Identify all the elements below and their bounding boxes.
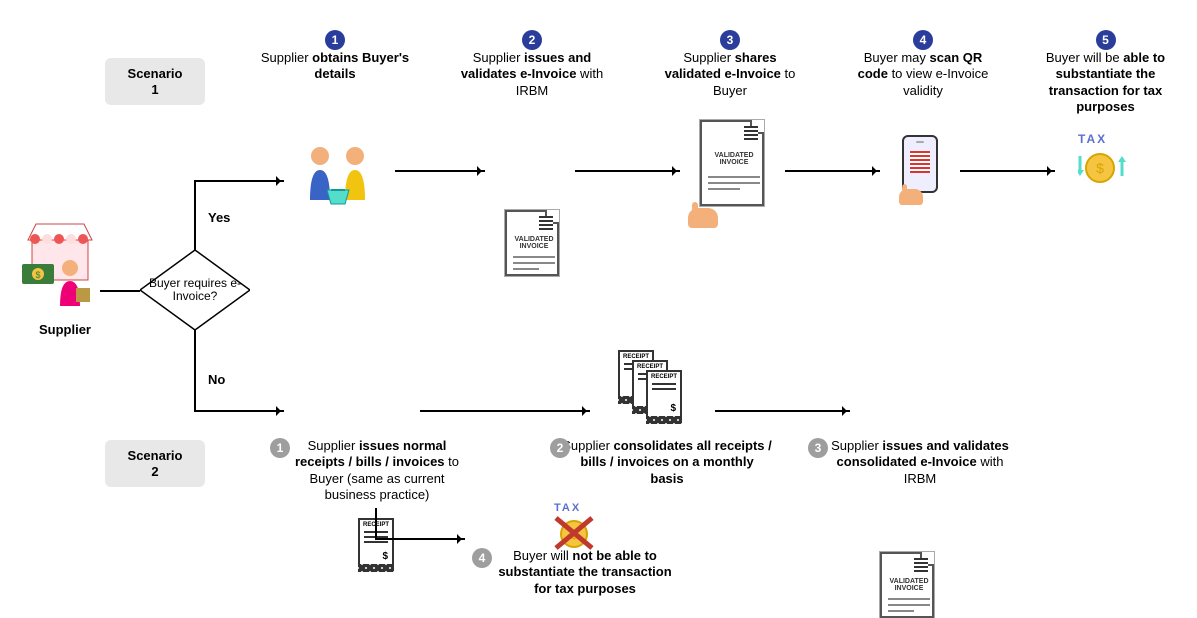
connector-yes-vert	[194, 180, 196, 250]
s1-badge-3: 3	[720, 30, 740, 50]
s1-step4: 4 Buyer may scan QR code to view e-Invoi…	[848, 30, 998, 99]
s1-text-5: Buyer will be able to substantiate the t…	[1028, 50, 1183, 115]
connector-supplier-decision	[100, 290, 140, 292]
validated-invoice-icon-2: VALIDATED INVOICE	[880, 552, 934, 618]
decision-text: Buyer requires e-Invoice?	[140, 277, 250, 303]
s1-badge-2: 2	[522, 30, 542, 50]
arrow-s1-3-4	[785, 170, 880, 172]
s2-badge-3: 3	[808, 438, 828, 458]
s1-badge-1: 1	[325, 30, 345, 50]
arrow-s1-4-5	[960, 170, 1055, 172]
s1-text-2: Supplier issues and validates e-Invoice …	[452, 50, 612, 99]
s1-text-1: Supplier obtains Buyer's details	[260, 50, 410, 83]
arrow-yes	[244, 180, 284, 182]
s1-step3: 3 Supplier shares validated e-Invoice to…	[655, 30, 805, 99]
s2-text-3: Supplier issues and validates consolidat…	[820, 438, 1020, 487]
arrow-s1-1-2	[395, 170, 485, 172]
connector-s2-down	[375, 508, 377, 538]
s1-badge-4: 4	[913, 30, 933, 50]
decision-diamond: Buyer requires e-Invoice?	[140, 250, 250, 330]
s2-text-2: Supplier consolidates all receipts / bil…	[562, 438, 772, 487]
arrow-s2-2-3	[715, 410, 850, 412]
s1-badge-5: 5	[1096, 30, 1116, 50]
s1-step5: 5 Buyer will be able to substantiate the…	[1028, 30, 1183, 115]
scenario-1-label: Scenario 1	[128, 66, 183, 97]
doc-label: VALIDATED INVOICE	[513, 236, 555, 251]
s1-text-3: Supplier shares validated e-Invoice to B…	[655, 50, 805, 99]
doc-label-2: VALIDATED INVOICE	[708, 152, 760, 167]
svg-text:$: $	[35, 270, 40, 280]
s2-badge-2: 2	[550, 438, 570, 458]
scenario-1-tag: Scenario 1	[105, 58, 205, 105]
s2-step3: 3 Supplier issues and validates consolid…	[820, 438, 1020, 487]
s2-badge-4: 4	[472, 548, 492, 568]
validated-invoice-icon-1: VALIDATED INVOICE	[505, 210, 559, 276]
no-label: No	[208, 372, 225, 387]
tax-text-2: TAX	[554, 502, 600, 514]
connector-no-vert	[194, 330, 196, 410]
receipt-label-c: RECEIPT	[648, 374, 680, 380]
people-exchange-icon	[295, 140, 385, 213]
svg-text:$: $	[1096, 160, 1104, 176]
s2-badge-1: 1	[270, 438, 290, 458]
doc-label-3: VALIDATED INVOICE	[888, 578, 930, 593]
s1-text-4: Buyer may scan QR code to view e-Invoice…	[848, 50, 998, 99]
supplier-label: Supplier	[30, 322, 100, 337]
connector-no-horz	[194, 410, 244, 412]
arrow-s2-1-2	[420, 410, 590, 412]
scenario-2-label: Scenario 2	[128, 448, 183, 479]
scenario-2-tag: Scenario 2	[105, 440, 205, 487]
phone-qr-icon	[902, 135, 938, 193]
s2-text-4: Buyer will not be able to substantiate t…	[490, 548, 680, 597]
s2-text-1: Supplier issues normal receipts / bills …	[282, 438, 472, 503]
arrow-s1-2-3	[575, 170, 680, 172]
s2-step2: 2 Supplier consolidates all receipts / b…	[562, 438, 772, 487]
s1-step2: 2 Supplier issues and validates e-Invoic…	[452, 30, 612, 99]
s2-step1: 1 Supplier issues normal receipts / bill…	[282, 438, 472, 503]
arrow-s2-1-4	[425, 538, 465, 540]
arrow-no	[244, 410, 284, 412]
connector-yes-horz	[194, 180, 244, 182]
supplier-icon: $	[20, 216, 100, 309]
s1-step1: 1 Supplier obtains Buyer's details	[260, 30, 410, 83]
validated-invoice-shared-icon: VALIDATED INVOICE	[700, 120, 764, 206]
connector-s2-horz	[375, 538, 425, 540]
s2-step4: 4 Buyer will not be able to substantiate…	[490, 548, 680, 597]
tax-text: TAX	[1078, 132, 1134, 146]
tax-coin-icon: TAX $	[1078, 132, 1134, 189]
yes-label: Yes	[208, 210, 230, 225]
